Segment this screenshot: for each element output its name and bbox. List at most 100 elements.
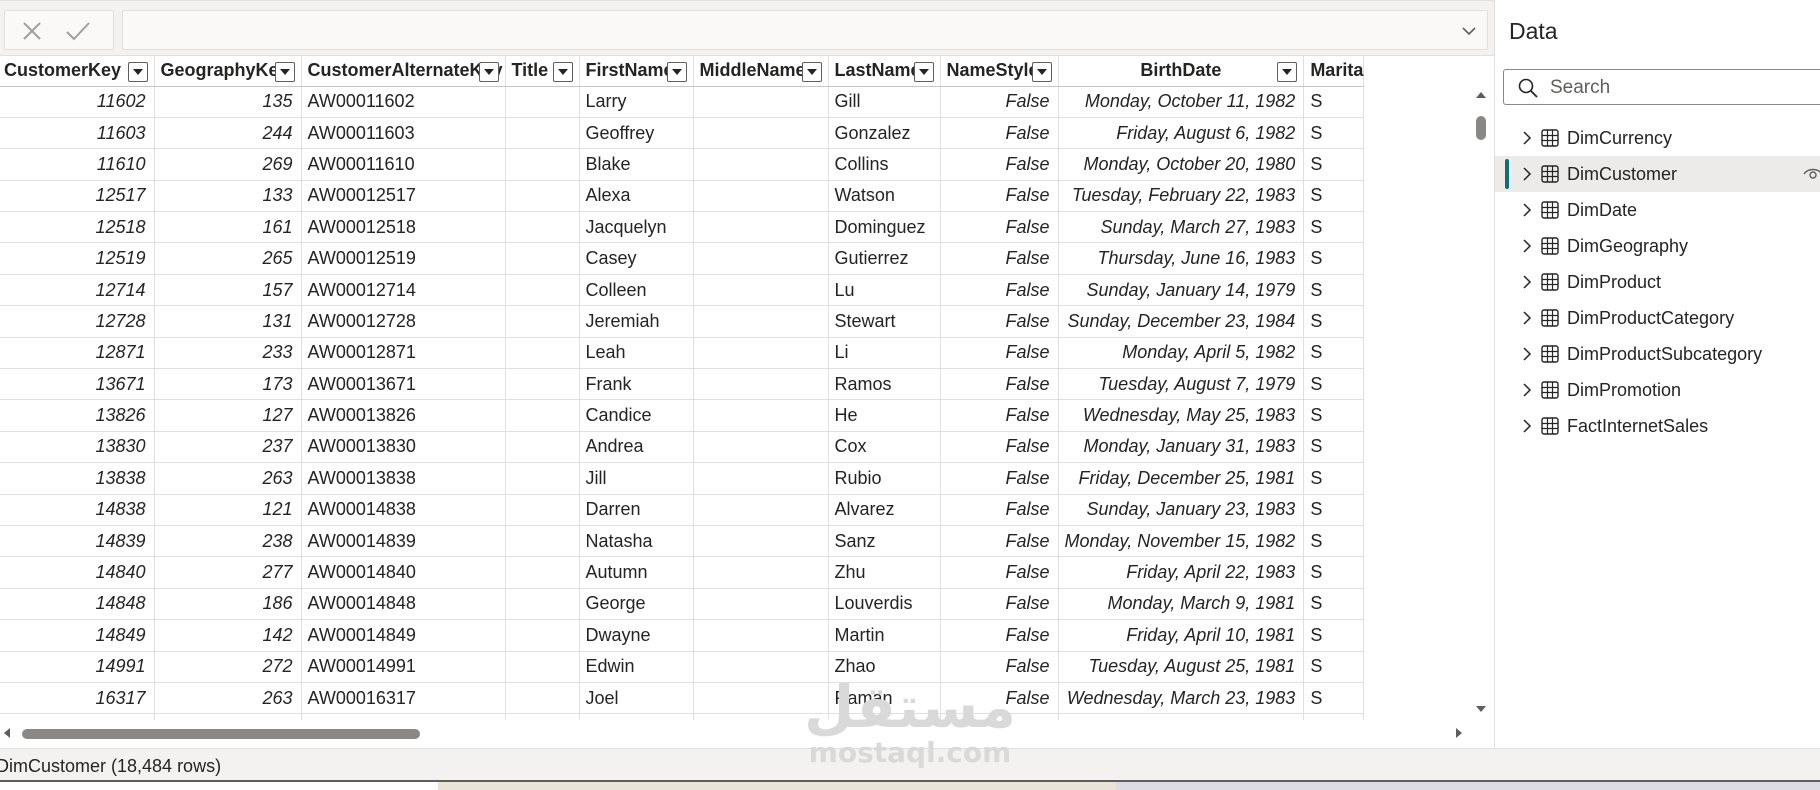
- table-list-item[interactable]: DimPromotion: [1495, 372, 1820, 408]
- table-cell[interactable]: S: [1303, 242, 1365, 275]
- table-cell[interactable]: 238: [154, 525, 302, 558]
- chevron-right-icon[interactable]: [1521, 347, 1533, 361]
- horizontal-scroll-thumb[interactable]: [22, 729, 420, 739]
- table-row[interactable]: 16452222AW00016452 Cassie LeeFalseSaturday…: [0, 713, 1365, 720]
- table-row[interactable]: 13838 263 AW00013838 Jill Rubio False Friday, …: [0, 462, 1365, 495]
- table-cell[interactable]: [505, 682, 580, 715]
- table-cell[interactable]: 142: [154, 619, 302, 652]
- table-cell[interactable]: AW00012517: [301, 180, 506, 213]
- table-row[interactable]: 14848 186 AW00014848 George Louverdis False Mo…: [0, 588, 1365, 621]
- table-cell[interactable]: [505, 368, 580, 401]
- table-cell[interactable]: S: [1303, 368, 1365, 401]
- table-cell[interactable]: [505, 399, 580, 432]
- table-cell[interactable]: 263: [154, 462, 302, 495]
- table-cell[interactable]: Colleen: [579, 274, 694, 307]
- table-cell[interactable]: 12517: [0, 180, 155, 213]
- table-cell[interactable]: [505, 713, 580, 720]
- column-header[interactable]: NameStyle: [940, 56, 1059, 87]
- table-cell[interactable]: [505, 651, 580, 683]
- table-cell[interactable]: False: [940, 148, 1059, 181]
- table-cell[interactable]: 14838: [0, 494, 155, 526]
- table-cell[interactable]: Li: [828, 337, 941, 370]
- table-cell[interactable]: Louverdis: [828, 588, 941, 621]
- filter-dropdown-icon[interactable]: [1277, 62, 1298, 82]
- table-cell[interactable]: Darren: [579, 494, 694, 526]
- table-cell[interactable]: Monday, October 11, 1982: [1058, 86, 1305, 118]
- table-cell[interactable]: 131: [154, 305, 302, 338]
- table-row[interactable]: 12518 161 AW00012518 Jacquelyn Dominguez Fals…: [0, 211, 1365, 244]
- table-cell[interactable]: Blake: [579, 148, 694, 181]
- table-cell[interactable]: [505, 180, 580, 213]
- table-cell[interactable]: Zhao: [828, 651, 941, 683]
- table-cell[interactable]: False: [940, 682, 1059, 715]
- visibility-eye-icon[interactable]: [1803, 167, 1820, 181]
- table-cell[interactable]: 277: [154, 556, 302, 589]
- table-cell[interactable]: Alvarez: [828, 494, 941, 526]
- table-cell[interactable]: Andrea: [579, 431, 694, 464]
- table-cell[interactable]: [693, 619, 829, 652]
- vertical-scroll-thumb[interactable]: [1476, 116, 1486, 140]
- chevron-right-icon[interactable]: [1521, 383, 1533, 397]
- filter-dropdown-icon[interactable]: [552, 62, 573, 82]
- table-cell[interactable]: Tuesday, August 25, 1981: [1058, 651, 1305, 683]
- table-cell[interactable]: Monday, November 15, 1982: [1058, 525, 1305, 558]
- table-cell[interactable]: S: [1303, 274, 1365, 307]
- table-cell[interactable]: S: [1303, 682, 1365, 715]
- table-cell[interactable]: [693, 462, 829, 495]
- table-cell[interactable]: AW00014839: [301, 525, 506, 558]
- table-row[interactable]: 11603 244 AW00011603 Geoffrey Gonzalez False F…: [0, 117, 1365, 150]
- table-cell[interactable]: AW00012519: [301, 242, 506, 275]
- table-cell[interactable]: S: [1303, 619, 1365, 652]
- column-header[interactable]: GeographyKey: [154, 56, 302, 87]
- table-cell[interactable]: S: [1303, 399, 1365, 432]
- table-cell[interactable]: 12714: [0, 274, 155, 307]
- table-row[interactable]: 12714 157 AW00012714 Colleen Lu False Sunday, …: [0, 274, 1365, 307]
- commit-formula-button[interactable]: [65, 19, 91, 43]
- table-cell[interactable]: False: [940, 713, 1059, 720]
- table-cell[interactable]: 16317: [0, 682, 155, 715]
- table-cell[interactable]: [693, 274, 829, 307]
- table-cell[interactable]: Friday, April 22, 1983: [1058, 556, 1305, 589]
- table-cell[interactable]: Tuesday, August 7, 1979: [1058, 368, 1305, 401]
- search-placeholder[interactable]: Search: [1550, 77, 1610, 99]
- table-cell[interactable]: [505, 556, 580, 589]
- formula-input[interactable]: [122, 10, 1488, 50]
- table-cell[interactable]: [693, 525, 829, 558]
- table-cell[interactable]: S: [1303, 148, 1365, 181]
- table-cell[interactable]: 173: [154, 368, 302, 401]
- table-cell[interactable]: AW00014848: [301, 588, 506, 621]
- table-cell[interactable]: Sunday, January 14, 1979: [1058, 274, 1305, 307]
- table-cell[interactable]: False: [940, 180, 1059, 213]
- table-cell[interactable]: George: [579, 588, 694, 621]
- table-cell[interactable]: Gonzalez: [828, 117, 941, 150]
- table-list-item[interactable]: DimDate: [1495, 192, 1820, 228]
- table-cell[interactable]: [505, 148, 580, 181]
- table-cell[interactable]: S: [1303, 462, 1365, 495]
- table-cell[interactable]: 263: [154, 682, 302, 715]
- filter-dropdown-icon[interactable]: [274, 62, 295, 82]
- chevron-down-icon[interactable]: [1461, 23, 1477, 39]
- table-cell[interactable]: [693, 180, 829, 213]
- table-cell[interactable]: 269: [154, 148, 302, 181]
- cancel-formula-button[interactable]: [19, 19, 45, 43]
- table-cell[interactable]: [505, 494, 580, 526]
- table-cell[interactable]: Friday, December 25, 1981: [1058, 462, 1305, 495]
- table-cell[interactable]: Lee: [828, 713, 941, 720]
- table-cell[interactable]: 272: [154, 651, 302, 683]
- filter-dropdown-icon[interactable]: [478, 62, 499, 82]
- table-cell[interactable]: Jeremiah: [579, 305, 694, 338]
- table-cell[interactable]: S: [1303, 588, 1365, 621]
- table-cell[interactable]: [693, 588, 829, 621]
- table-cell[interactable]: False: [940, 399, 1059, 432]
- table-cell[interactable]: False: [940, 337, 1059, 370]
- table-cell[interactable]: 265: [154, 242, 302, 275]
- table-cell[interactable]: Candice: [579, 399, 694, 432]
- table-cell[interactable]: Cassie: [579, 713, 694, 720]
- scroll-down-arrow-icon[interactable]: [1476, 706, 1486, 712]
- table-cell[interactable]: 12519: [0, 242, 155, 275]
- chevron-right-icon[interactable]: [1521, 239, 1533, 253]
- table-cell[interactable]: False: [940, 368, 1059, 401]
- table-cell[interactable]: 133: [154, 180, 302, 213]
- table-cell[interactable]: Monday, March 9, 1981: [1058, 588, 1305, 621]
- table-cell[interactable]: He: [828, 399, 941, 432]
